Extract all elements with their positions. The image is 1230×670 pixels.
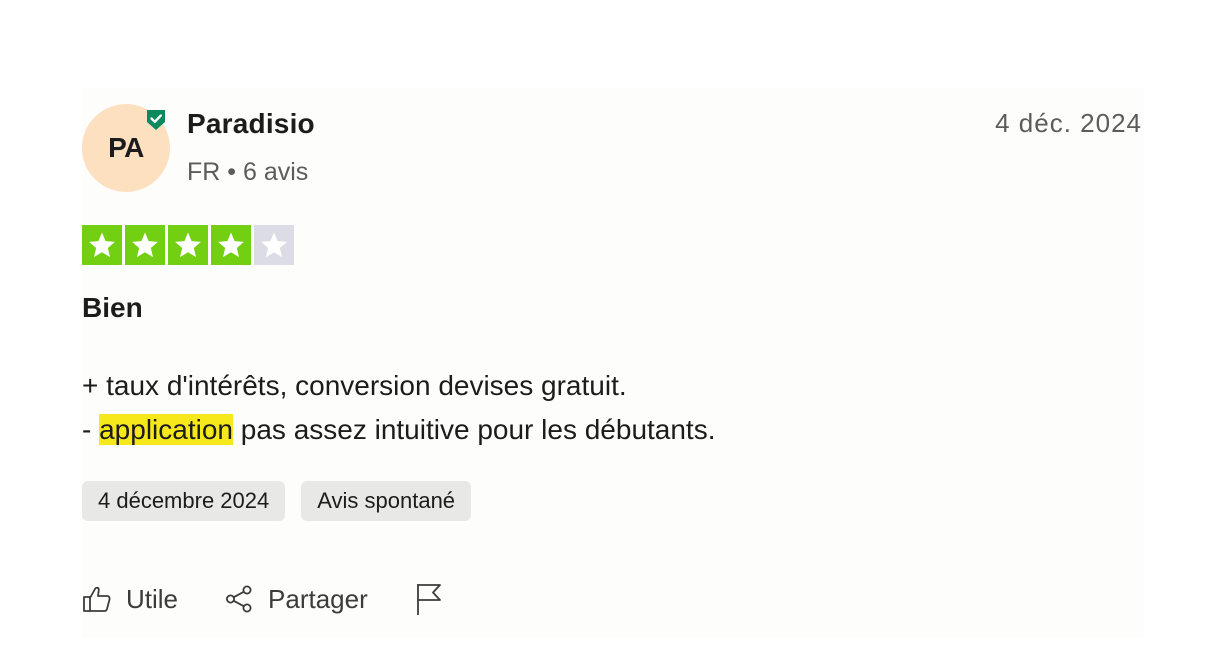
share-label: Partager [268,583,368,614]
highlighted-term: application [99,414,233,445]
thumbs-up-icon [82,584,112,614]
share-button[interactable]: Partager [224,584,368,615]
star-icon [89,232,115,258]
star-rating [82,225,294,265]
review-date: 4 déc. 2024 [995,108,1142,138]
author-country: FR [187,158,221,186]
useful-button[interactable]: Utile [82,584,178,615]
review-tags: 4 décembre 2024 Avis spontané [82,481,472,521]
star-filled [211,225,251,265]
star-filled [82,225,122,265]
share-icon [224,584,254,614]
meta-separator: • [227,158,237,186]
tag-review-type: Avis spontané [301,481,472,521]
author-name[interactable]: Paradisio [187,108,315,140]
review-title: Bien [82,292,143,323]
report-button[interactable] [414,582,444,616]
useful-label: Utile [126,583,179,614]
star-filled [125,225,165,265]
review-body-line-2: - application pas assez intuitive pour l… [82,408,716,452]
author-meta: FR • 6 avis [187,158,308,187]
star-empty [254,225,294,265]
star-icon [218,232,244,258]
review-actions: Utile Partager [82,582,490,616]
body-line-2-prefix: - [82,414,100,445]
star-icon [175,232,201,258]
flag-icon [414,582,444,616]
star-filled [168,225,208,265]
tag-experience-date: 4 décembre 2024 [82,481,286,521]
verified-badge-icon [144,108,168,132]
review-body-line-1: + taux d'intérêts, conversion devises gr… [82,370,627,401]
body-line-2-suffix: pas assez intuitive pour les débutants. [232,414,716,445]
review-body: + taux d'intérêts, conversion devises gr… [82,364,716,452]
star-icon [261,232,287,258]
avatar-initials: PA [108,132,144,163]
review-card: PA Paradisio FR • 6 avis 4 déc. 2024 Bie… [82,88,1144,638]
star-icon [132,232,158,258]
author-review-count: 6 avis [243,158,309,186]
